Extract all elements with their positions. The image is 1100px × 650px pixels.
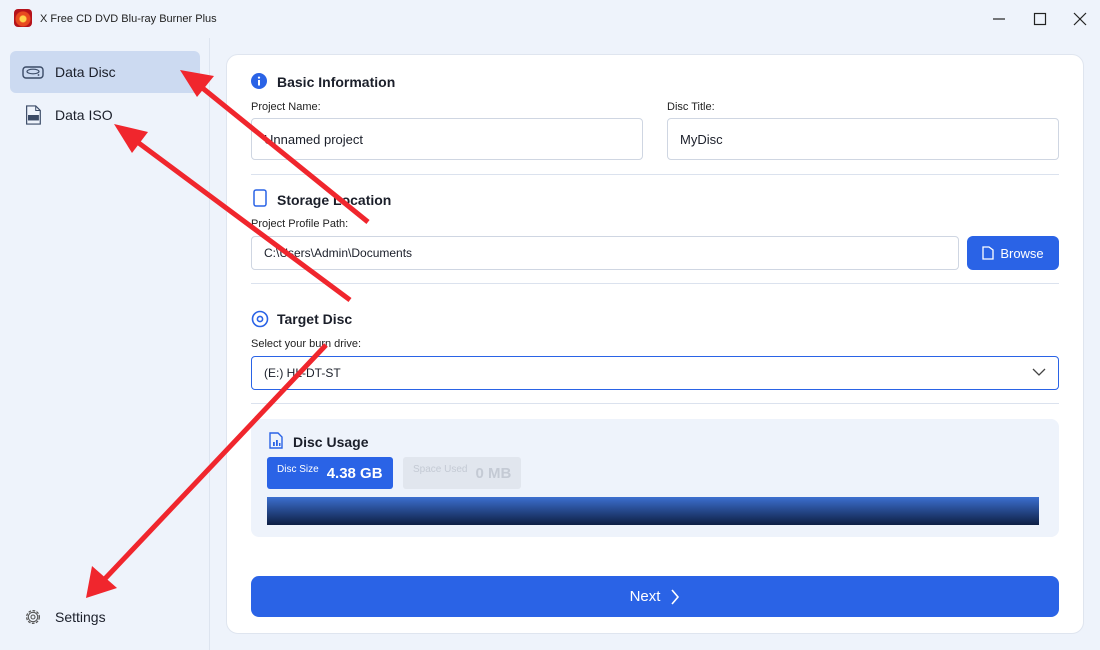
iso-file-icon [26, 105, 41, 125]
project-name-label: Project Name: [251, 101, 321, 113]
minimize-button[interactable] [986, 6, 1012, 32]
close-button[interactable] [1067, 6, 1093, 32]
title-bar: X Free CD DVD Blu-ray Burner Plus [0, 0, 1100, 38]
close-icon [1073, 12, 1087, 26]
space-used-label: Space Used [413, 463, 468, 475]
window-title: X Free CD DVD Blu-ray Burner Plus [40, 13, 217, 25]
space-used-badge: Space Used 0 MB [403, 457, 522, 489]
sidebar-item-settings[interactable]: Settings [10, 596, 200, 638]
divider [251, 283, 1059, 284]
browse-button[interactable]: Browse [967, 236, 1059, 270]
next-button[interactable]: Next [251, 576, 1059, 617]
sidebar-item-label: Settings [55, 609, 106, 625]
sidebar-item-data-iso[interactable]: Data ISO [10, 94, 200, 136]
project-name-input[interactable]: Unnamed project [251, 118, 643, 160]
sidebar-item-label: Data Disc [55, 64, 116, 80]
chevron-right-icon [671, 588, 680, 605]
chevron-down-icon [1032, 368, 1046, 376]
gear-icon [26, 610, 40, 624]
project-path-input[interactable]: C:\Users\Admin\Documents [251, 236, 959, 270]
browse-button-label: Browse [1000, 245, 1044, 261]
disc-usage-card: Disc Usage Disc Size 4.38 GB Space Used … [251, 419, 1059, 537]
section-title-target-disc: Target Disc [277, 311, 353, 327]
project-path-label: Project Profile Path: [251, 218, 349, 230]
drive-icon [22, 66, 44, 79]
minimize-icon [993, 18, 1005, 20]
disc-size-value: 4.38 GB [326, 464, 383, 482]
maximize-icon [1033, 12, 1047, 26]
section-title-disc-usage: Disc Usage [293, 434, 369, 450]
next-button-label: Next [629, 588, 661, 605]
divider [251, 174, 1059, 175]
phone-device-icon [253, 189, 267, 207]
folder-icon [982, 246, 994, 260]
app-logo-icon [14, 9, 32, 27]
sidebar-item-label: Data ISO [55, 107, 113, 123]
divider [251, 403, 1059, 404]
burn-drive-label: Select your burn drive: [251, 338, 362, 350]
maximize-button[interactable] [1027, 6, 1053, 32]
space-used-value: 0 MB [475, 464, 512, 482]
usage-chart-icon [269, 432, 283, 449]
disc-title-label: Disc Title: [667, 101, 715, 113]
disc-icon [251, 310, 269, 328]
disc-usage-bar [267, 497, 1039, 525]
sidebar: Data Disc Data ISO Settings [0, 38, 210, 650]
section-title-basic-info: Basic Information [277, 74, 396, 90]
disc-size-label: Disc Size [277, 463, 319, 475]
sidebar-item-data-disc[interactable]: Data Disc [10, 51, 200, 93]
disc-size-badge: Disc Size 4.38 GB [267, 457, 393, 489]
burn-drive-select[interactable]: (E:) HL-DT-ST [251, 356, 1059, 390]
disc-title-input[interactable]: MyDisc [667, 118, 1059, 160]
info-icon [251, 73, 267, 89]
section-title-storage: Storage Location [277, 192, 392, 208]
burn-drive-selected: (E:) HL-DT-ST [264, 366, 341, 380]
main-panel: Basic Information Project Name: Unnamed … [226, 54, 1084, 634]
